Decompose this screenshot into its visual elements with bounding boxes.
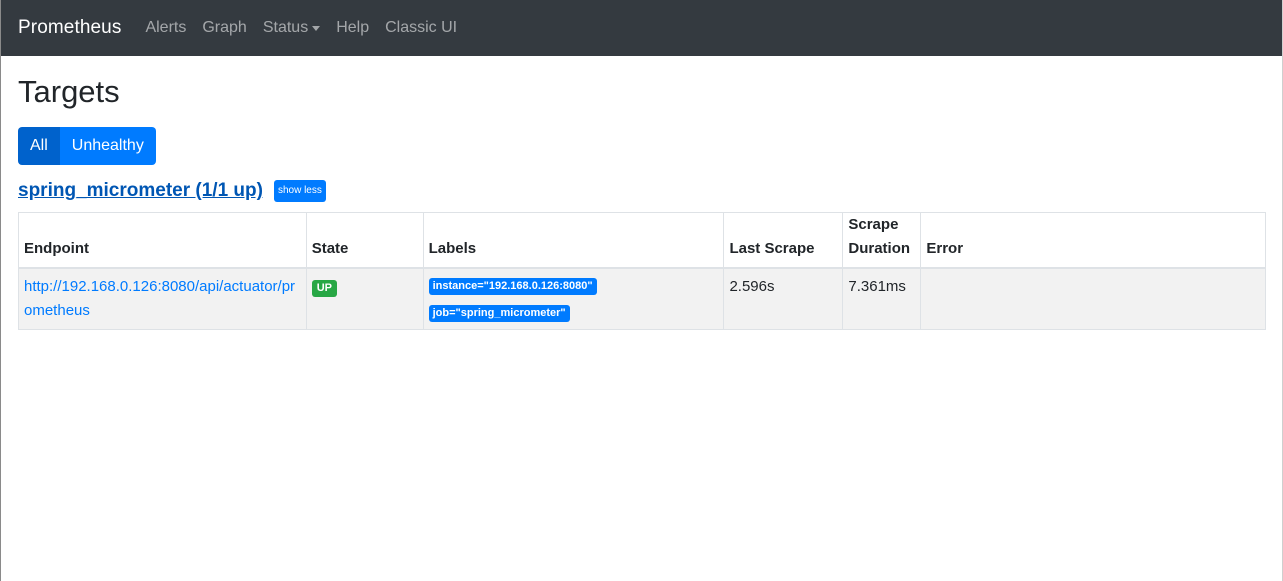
header-scrape-duration: Scrape Duration	[842, 212, 922, 269]
header-endpoint: Endpoint	[18, 212, 307, 269]
nav-status-label: Status	[262, 19, 309, 36]
caret-down-icon	[312, 26, 321, 31]
nav-help[interactable]: Help	[336, 19, 369, 37]
table-header-row: Endpoint State Labels Last Scrape Scrape…	[18, 212, 1266, 269]
job-link[interactable]: spring_micrometer (1/1 up)	[18, 180, 263, 202]
brand-link[interactable]: Prometheus	[18, 17, 121, 39]
nav-alerts[interactable]: Alerts	[145, 19, 186, 37]
targets-table: Endpoint State Labels Last Scrape Scrape…	[18, 212, 1266, 330]
header-labels: Labels	[422, 212, 725, 269]
error-cell	[920, 267, 1266, 330]
job-header: spring_micrometer (1/1 up) show less	[18, 179, 1265, 203]
top-navbar: Prometheus Alerts Graph Status Help Clas…	[1, 0, 1282, 56]
header-error: Error	[920, 212, 1266, 269]
filter-all-button[interactable]: All	[18, 127, 60, 165]
header-state: State	[305, 212, 424, 269]
labels-cell: instance="192.168.0.126:8080" job="sprin…	[422, 267, 725, 330]
main-container: Targets All Unhealthy spring_micrometer …	[1, 73, 1282, 330]
last-scrape-cell: 2.596s	[723, 267, 844, 330]
nav-classic-ui[interactable]: Classic UI	[385, 19, 457, 37]
page-title: Targets	[18, 74, 120, 109]
state-badge: UP	[311, 280, 337, 297]
state-cell: UP	[305, 267, 424, 330]
endpoint-cell: http://192.168.0.126:8080/api/actuator/p…	[18, 267, 307, 330]
show-less-button[interactable]: show less	[273, 180, 326, 202]
filter-unhealthy-button[interactable]: Unhealthy	[59, 127, 156, 165]
label-badge-job: job="spring_micrometer"	[428, 305, 570, 322]
filter-button-group: All Unhealthy	[18, 127, 156, 165]
header-last-scrape: Last Scrape	[723, 212, 844, 269]
nav-graph[interactable]: Graph	[202, 19, 246, 37]
table-row: http://192.168.0.126:8080/api/actuator/p…	[18, 267, 1266, 330]
scrape-duration-cell: 7.361ms	[842, 267, 922, 330]
nav-status-dropdown[interactable]: Status	[262, 19, 321, 37]
browser-frame: Prometheus Alerts Graph Status Help Clas…	[0, 0, 1283, 581]
label-badge-instance: instance="192.168.0.126:8080"	[428, 278, 597, 295]
endpoint-link[interactable]: http://192.168.0.126:8080/api/actuator/p…	[24, 278, 295, 319]
